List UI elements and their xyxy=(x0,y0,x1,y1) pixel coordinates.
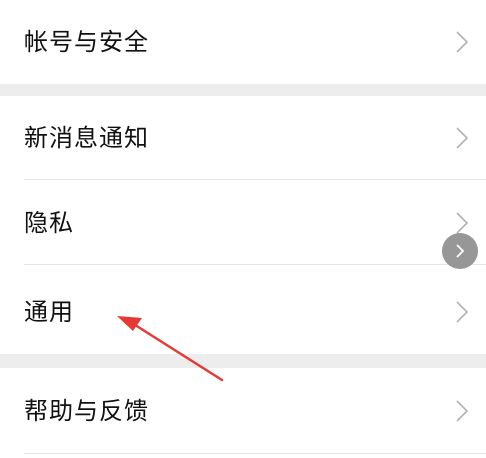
row-divider xyxy=(24,264,486,265)
chevron-right-icon xyxy=(456,301,468,323)
settings-item-label: 帐号与安全 xyxy=(24,28,149,56)
settings-item-general[interactable]: 通用 xyxy=(0,270,486,354)
settings-item-notifications[interactable]: 新消息通知 xyxy=(0,96,486,180)
floating-chevron-right-icon[interactable] xyxy=(442,233,478,269)
chevron-right-icon xyxy=(456,400,468,422)
settings-item-account-security[interactable]: 帐号与安全 xyxy=(0,0,486,84)
chevron-right-icon xyxy=(456,127,468,149)
settings-item-label: 通用 xyxy=(24,298,74,326)
settings-item-label: 隐私 xyxy=(24,209,74,237)
settings-item-privacy[interactable]: 隐私 xyxy=(0,181,486,265)
settings-list: 帐号与安全 新消息通知 隐私 通用 帮助与反馈 xyxy=(0,0,486,458)
row-divider xyxy=(24,179,486,180)
settings-item-label: 新消息通知 xyxy=(24,124,149,152)
chevron-right-icon xyxy=(456,212,468,234)
row-divider xyxy=(24,453,486,454)
chevron-right-icon xyxy=(456,31,468,53)
settings-item-label: 帮助与反馈 xyxy=(24,397,149,425)
section-separator xyxy=(0,84,486,96)
settings-item-help-feedback[interactable]: 帮助与反馈 xyxy=(0,368,486,454)
section-separator xyxy=(0,354,486,368)
